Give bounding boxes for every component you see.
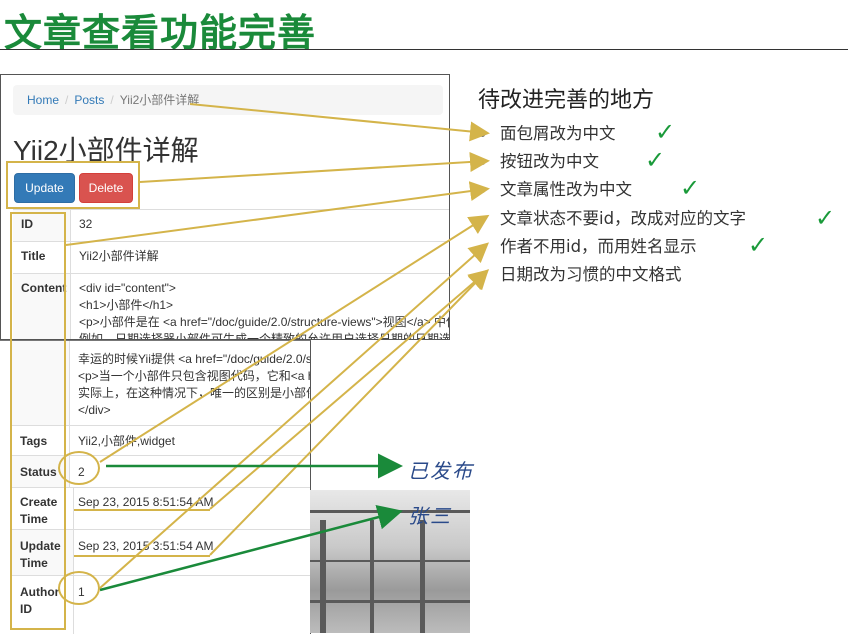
bullet-icon bbox=[480, 244, 485, 250]
detail-value-author-id: 1 bbox=[78, 585, 85, 599]
status-handwritten-note: 已发布 bbox=[408, 459, 474, 483]
breadcrumb-separator: / bbox=[65, 93, 69, 107]
check-icon: ✓ bbox=[815, 204, 836, 232]
detail-value-title: Yii2小部件详解 bbox=[79, 249, 159, 263]
improvement-text: 日期改为习惯的中文格式 bbox=[500, 264, 682, 284]
breadcrumb-current: Yii2小部件详解 bbox=[119, 93, 200, 107]
improvement-item: 文章属性改为中文 bbox=[480, 176, 746, 204]
content-line: <p>当一个小部件只包含视图代码，它和<a href bbox=[78, 369, 311, 383]
check-icon: ✓ bbox=[748, 231, 769, 259]
content-line: <h1>小部件</h1> bbox=[79, 298, 174, 312]
improvement-item: 面包屑改为中文 bbox=[480, 120, 746, 148]
bullet-icon bbox=[480, 216, 485, 222]
bullet-icon bbox=[480, 188, 485, 194]
bullet-icon bbox=[480, 160, 485, 166]
bullet-icon bbox=[480, 132, 485, 137]
detail-row-id: ID 32 bbox=[13, 209, 449, 242]
content-line: <div id="content"> bbox=[79, 281, 176, 295]
check-icon: ✓ bbox=[680, 174, 701, 202]
breadcrumb-separator: / bbox=[110, 93, 114, 107]
content-line: 例如，日期选择器小部件可生成一个精致的允许用户选择日期的日期选择 bbox=[79, 332, 450, 340]
breadcrumb-posts-link[interactable]: Posts bbox=[74, 93, 104, 107]
detail-row-content: Content <div id="content"> <h1>小部件</h1> … bbox=[13, 273, 450, 340]
content-line: 幸运的时候Yii提供 <a href="/doc/guide/2.0/stru bbox=[78, 352, 311, 366]
status-value-oval bbox=[58, 451, 100, 485]
update-time-underline bbox=[74, 555, 210, 557]
breadcrumb-home-link[interactable]: Home bbox=[27, 93, 59, 107]
improvements-list: 面包屑改为中文 按钮改为中文 文章属性改为中文 文章状态不要id，改成对应的文字… bbox=[480, 120, 746, 289]
detail-value-content-bottom: 幸运的时候Yii提供 <a href="/doc/guide/2.0/stru … bbox=[78, 351, 311, 419]
improvement-item: 文章状态不要id，改成对应的文字 bbox=[480, 205, 746, 233]
detail-value-update-time: Sep 23, 2015 3:51:54 AM bbox=[78, 539, 214, 553]
detail-value-tags: Yii2,小部件,widget bbox=[78, 434, 175, 448]
improvements-title: 待改进完善的地方 bbox=[478, 88, 655, 113]
create-time-underline bbox=[74, 509, 210, 511]
improvement-text: 面包屑改为中文 bbox=[500, 124, 616, 143]
improvement-item: 按钮改为中文 bbox=[480, 148, 746, 176]
content-line: 实际上，在这种情况下，唯一的区别是小部件是 bbox=[78, 386, 311, 400]
check-icon: ✓ bbox=[655, 118, 676, 146]
improvement-text: 文章状态不要id，改成对应的文字 bbox=[500, 208, 747, 228]
detail-value-status: 2 bbox=[78, 465, 85, 479]
check-icon: ✓ bbox=[645, 146, 666, 174]
author-handwritten-note: 张三 bbox=[408, 504, 452, 528]
detail-value-content-top: <div id="content"> <h1>小部件</h1> <p>小部件是在… bbox=[79, 280, 450, 340]
improvement-item: 作者不用id，而用姓名显示 bbox=[480, 233, 746, 261]
bullet-icon bbox=[480, 272, 485, 278]
content-line: <p>小部件是在 <a href="/doc/guide/2.0/structu… bbox=[79, 315, 450, 329]
author-value-oval bbox=[58, 571, 100, 605]
improvement-item: 日期改为习惯的中文格式 bbox=[480, 261, 746, 289]
improvement-text: 作者不用id，而用姓名显示 bbox=[500, 236, 697, 256]
detail-value-id: 32 bbox=[79, 217, 93, 231]
buttons-highlight-box bbox=[6, 161, 140, 209]
content-line: </div> bbox=[78, 403, 111, 417]
title-divider bbox=[0, 49, 848, 50]
detail-row-title: Title Yii2小部件详解 bbox=[13, 241, 449, 274]
labels-highlight-box bbox=[10, 212, 66, 630]
improvement-text: 文章属性改为中文 bbox=[500, 180, 632, 200]
improvement-text: 按钮改为中文 bbox=[500, 152, 599, 172]
breadcrumb: Home / Posts / Yii2小部件详解 bbox=[13, 85, 443, 115]
